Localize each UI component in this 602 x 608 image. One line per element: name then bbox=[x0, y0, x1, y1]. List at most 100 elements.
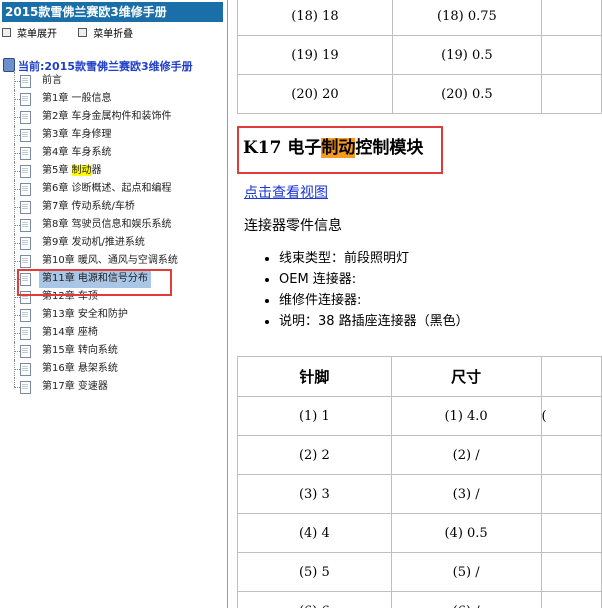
sidebar-item[interactable]: 第6章 诊断概述、起点和编程 bbox=[0, 180, 227, 198]
document-icon bbox=[20, 363, 31, 376]
table-cell: (18) 18 bbox=[237, 0, 393, 36]
document-icon bbox=[20, 345, 31, 358]
view-diagram-link[interactable]: 点击查看视图 bbox=[244, 182, 328, 202]
sidebar-item-label: 第4章 车身系统 bbox=[42, 147, 112, 158]
list-item: 维修件连接器: bbox=[279, 290, 469, 311]
table-cell bbox=[540, 35, 602, 75]
sidebar-item[interactable]: 第16章 悬架系统 bbox=[0, 360, 227, 378]
sidebar-item-label: 第10章 暖风、通风与空调系统 bbox=[42, 255, 178, 266]
sidebar-item[interactable]: 第8章 驾驶员信息和娱乐系统 bbox=[0, 216, 227, 234]
table-cell: (5) 5 bbox=[237, 552, 392, 592]
sidebar-item-label: 第3章 车身修理 bbox=[42, 129, 112, 140]
table-row: (6) 6(6) / bbox=[237, 591, 602, 608]
sidebar-item-label: 第2章 车身金属构件和装饰件 bbox=[42, 111, 172, 122]
table-row: (5) 5 (5) / bbox=[237, 552, 602, 592]
table-cell: (20) 20 bbox=[237, 74, 393, 114]
list-item: 线束类型：前段照明灯 bbox=[279, 248, 469, 269]
table-row: (3) 3 (3) / bbox=[237, 474, 602, 514]
sidebar-item[interactable]: 第7章 传动系统/车桥 bbox=[0, 198, 227, 216]
list-item: OEM 连接器: bbox=[279, 269, 469, 290]
table-cell: (18) 0.75 bbox=[391, 0, 542, 36]
sidebar-title: 2015款雪佛兰赛欧3维修手册 bbox=[2, 2, 223, 22]
sidebar-item-label: 前言 bbox=[42, 75, 62, 86]
expand-menu-button[interactable]: 菜单展开 bbox=[2, 28, 57, 40]
document-icon bbox=[20, 147, 31, 160]
table-cell: (6) 6 bbox=[237, 591, 392, 608]
table-cell: ( bbox=[540, 396, 602, 436]
connector-info-heading: 连接器零件信息 bbox=[244, 218, 342, 234]
document-icon bbox=[20, 255, 31, 268]
document-icon bbox=[20, 111, 31, 124]
pin-table-top: (18) 18 (18) 0.75 (19) 19 (19) 0.5 (20) 20 (2… bbox=[237, 0, 602, 114]
content-pane: (18) 18 (18) 0.75 (19) 19 (19) 0.5 (20) 20 (2… bbox=[237, 0, 602, 608]
sidebar-item[interactable]: 第4章 车身系统 bbox=[0, 144, 227, 162]
tree-connector bbox=[14, 378, 15, 387]
search-highlight: 制动 bbox=[71, 165, 92, 176]
sidebar-item[interactable]: 第14章 座椅 bbox=[0, 324, 227, 342]
table-cell bbox=[540, 474, 602, 514]
menu-controls: 菜单展开 菜单折叠 bbox=[2, 25, 151, 40]
sidebar-item-label: 第1章 一般信息 bbox=[42, 93, 112, 104]
sidebar-item[interactable]: 第5章 制动器 bbox=[0, 162, 227, 180]
sidebar-item[interactable]: 第13章 安全和防护 bbox=[0, 306, 227, 324]
table-cell: (5) / bbox=[390, 552, 542, 592]
document-icon bbox=[20, 237, 31, 250]
table-row: (4) 4 (4) 0.5 bbox=[237, 513, 602, 553]
sidebar-item-label: 第14章 座椅 bbox=[42, 327, 98, 338]
table-row: (18) 18 (18) 0.75 bbox=[237, 0, 602, 36]
book-icon bbox=[3, 58, 15, 72]
sidebar-item[interactable]: 第1章 一般信息 bbox=[0, 90, 227, 108]
sidebar-item-label: 第9章 发动机/推进系统 bbox=[42, 237, 145, 248]
document-icon bbox=[20, 165, 31, 178]
sidebar-item-label: 第5章 制动器 bbox=[42, 165, 102, 176]
pin-table: 针脚 尺寸 (1) 1 (1) 4.0((2) 2 (2) / (3) 3 (3) /(… bbox=[237, 356, 602, 608]
annotation-highlight-box bbox=[17, 269, 172, 296]
table-cell: (3) 3 bbox=[237, 474, 392, 514]
table-row: (2) 2 (2) / bbox=[237, 435, 602, 475]
expand-icon bbox=[2, 28, 11, 37]
document-icon bbox=[20, 381, 31, 394]
header-extra bbox=[540, 356, 602, 397]
sidebar: 2015款雪佛兰赛欧3维修手册 菜单展开 菜单折叠 当前:2015款雪佛兰赛欧3… bbox=[0, 0, 228, 608]
collapse-icon bbox=[78, 28, 88, 37]
sidebar-item[interactable]: 第2章 车身金属构件和装饰件 bbox=[0, 108, 227, 126]
sidebar-item-label: 第8章 驾驶员信息和娱乐系统 bbox=[42, 219, 172, 230]
connector-info-list: 线束类型：前段照明灯OEM 连接器:维修件连接器:说明：38 路插座连接器（黑色… bbox=[257, 248, 469, 332]
document-icon bbox=[20, 201, 31, 214]
table-cell: (1) 4.0 bbox=[390, 396, 542, 436]
table-cell: (6) / bbox=[390, 591, 542, 608]
sidebar-item[interactable]: 第15章 转向系统 bbox=[0, 342, 227, 360]
document-icon bbox=[20, 219, 31, 232]
list-item: 说明：38 路插座连接器（黑色） bbox=[279, 311, 469, 332]
sidebar-item-label: 第16章 悬架系统 bbox=[42, 363, 118, 374]
sidebar-item-label: 第6章 诊断概述、起点和编程 bbox=[42, 183, 172, 194]
sidebar-item[interactable]: 第9章 发动机/推进系统 bbox=[0, 234, 227, 252]
table-cell: (4) 0.5 bbox=[390, 513, 542, 553]
table-cell bbox=[540, 0, 602, 36]
table-cell: (1) 1 bbox=[237, 396, 392, 436]
table-cell bbox=[540, 591, 602, 608]
sidebar-item[interactable]: 第17章 变速器 bbox=[0, 378, 227, 396]
table-cell bbox=[540, 513, 602, 553]
collapse-menu-button[interactable]: 菜单折叠 bbox=[78, 28, 133, 40]
document-icon bbox=[20, 309, 31, 322]
sidebar-item[interactable]: 第10章 暖风、通风与空调系统 bbox=[0, 252, 227, 270]
table-cell: (4) 4 bbox=[237, 513, 392, 553]
document-icon bbox=[20, 93, 31, 106]
header-pin: 针脚 bbox=[237, 356, 392, 397]
document-icon bbox=[20, 129, 31, 142]
table-cell bbox=[540, 552, 602, 592]
sidebar-item[interactable]: 第3章 车身修理 bbox=[0, 126, 227, 144]
table-cell: (3) / bbox=[390, 474, 542, 514]
table-cell: (20) 0.5 bbox=[391, 74, 542, 114]
table-row: (19) 19 (19) 0.5 bbox=[237, 35, 602, 75]
table-cell: (2) / bbox=[390, 435, 542, 475]
table-cell: (19) 19 bbox=[237, 35, 393, 75]
sidebar-item-label: 第7章 传动系统/车桥 bbox=[42, 201, 135, 212]
table-row: (1) 1 (1) 4.0( bbox=[237, 396, 602, 436]
table-cell bbox=[540, 74, 602, 114]
table-cell: (19) 0.5 bbox=[391, 35, 542, 75]
document-icon bbox=[20, 183, 31, 196]
sidebar-item[interactable]: 前言 bbox=[0, 72, 227, 90]
table-cell bbox=[540, 435, 602, 475]
